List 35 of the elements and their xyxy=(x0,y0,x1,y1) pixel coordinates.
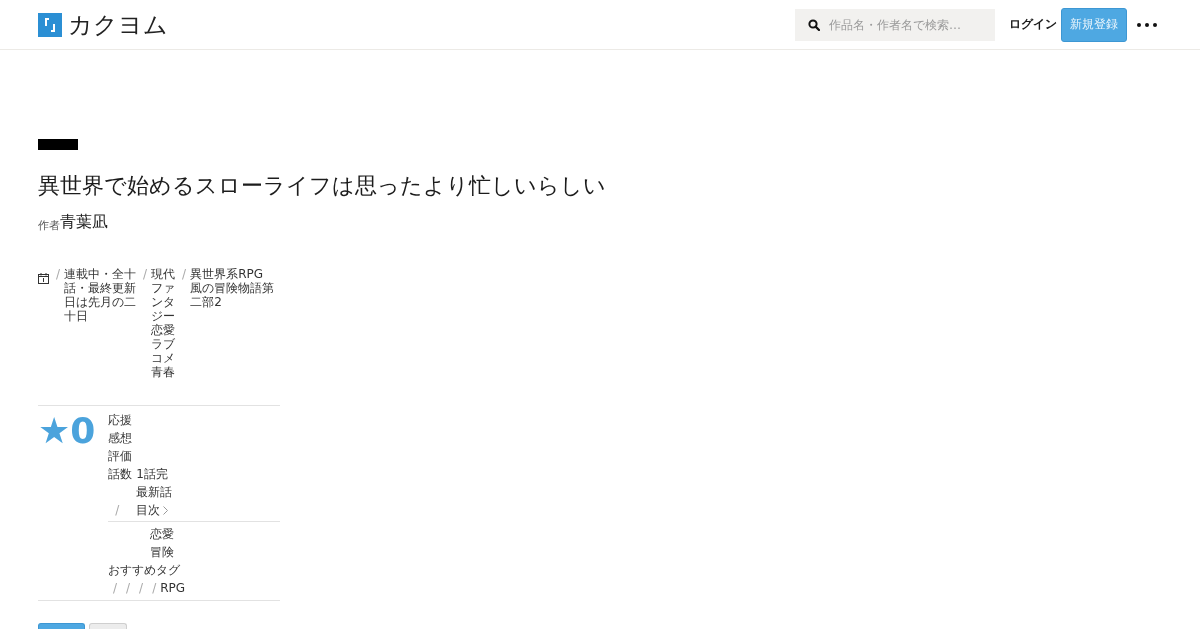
separator: / xyxy=(152,580,157,597)
stat-label: 評価 xyxy=(108,448,134,465)
title-marker xyxy=(38,139,78,150)
separator: / xyxy=(126,580,131,597)
work-title: 異世界で始めるスローライフは思ったより忙しいらしい xyxy=(38,172,606,200)
tag-link[interactable]: RPG xyxy=(160,579,186,597)
login-link[interactable]: ログイン xyxy=(1009,16,1057,33)
stat-label: 感想 xyxy=(108,430,134,447)
stat-value: 1話完 xyxy=(136,466,169,483)
separator: / xyxy=(143,267,148,281)
tags-heading: おすすめタグ xyxy=(108,562,180,579)
keyword: 恋愛 xyxy=(150,526,174,543)
contents-link[interactable]: 目次 xyxy=(136,501,173,519)
meta-text: 連載中・全十話・最終更新日は先月の二十日 xyxy=(64,267,137,323)
meta-text: 現代ファンタジー恋愛ラブコメ青春 xyxy=(151,267,176,379)
separator: / xyxy=(115,502,121,519)
logo-icon[interactable] xyxy=(38,12,62,37)
separator: / xyxy=(113,580,118,597)
search-field[interactable]: 作品名・作者名で検索… xyxy=(795,8,995,41)
star-count: ★0 xyxy=(38,411,96,451)
separator: / xyxy=(56,267,61,281)
keyword: 冒険 xyxy=(150,544,174,561)
separator: / xyxy=(139,580,144,597)
calendar-icon xyxy=(38,273,49,284)
meta-text: 異世界系RPG風の冒険物語第二部2 xyxy=(190,267,275,309)
stat-label: 応援 xyxy=(108,412,134,429)
separator: / xyxy=(182,267,187,281)
author-link[interactable]: 青葉凪 xyxy=(60,212,108,233)
author-prefix: 作者 xyxy=(38,219,60,233)
search-icon xyxy=(808,18,820,31)
more-icon[interactable] xyxy=(1137,22,1157,27)
logo-text[interactable]: カクヨム xyxy=(68,12,168,37)
episode-title: 最新話 xyxy=(136,484,173,501)
stat-label: 話数 xyxy=(108,466,134,483)
chevron-icon xyxy=(163,505,169,515)
